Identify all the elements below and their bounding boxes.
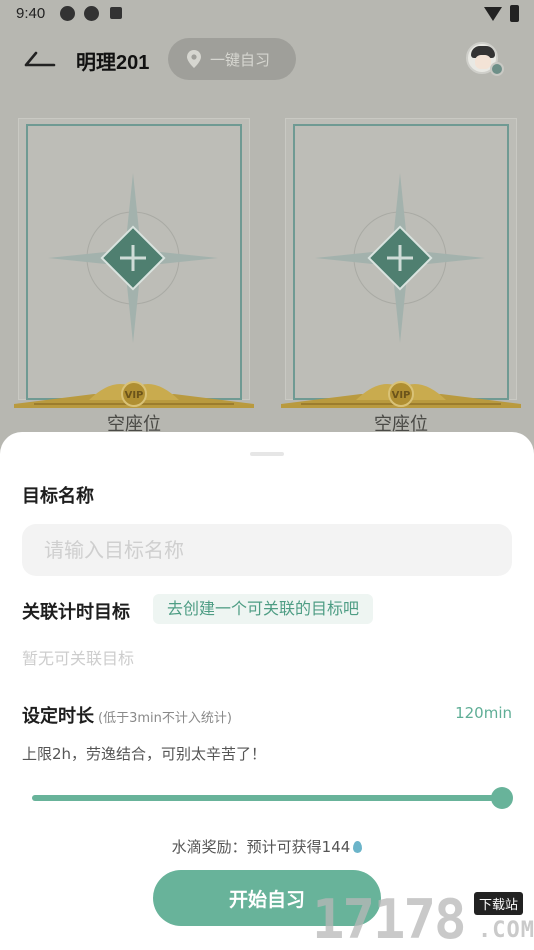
no-goal-text: 暂无可关联目标 <box>22 649 135 668</box>
duration-hint: (低于3min不计入统计) <box>98 711 232 726</box>
svg-text:VIP: VIP <box>125 390 144 401</box>
duration-title: 设定时长 (低于3min不计入统计) <box>22 702 232 728</box>
watermark-suffix: .COM <box>478 918 534 943</box>
goal-name-input[interactable] <box>22 524 512 576</box>
app-notification-icon <box>60 6 75 21</box>
back-arrow-icon[interactable] <box>22 45 56 73</box>
duration-slider[interactable] <box>32 787 513 809</box>
one-click-study-button[interactable]: 一键自习 <box>168 38 296 80</box>
battery-icon <box>510 5 519 22</box>
wifi-icon <box>484 7 502 21</box>
app-notification-icon <box>84 6 99 21</box>
status-bar: 9:40 <box>0 0 534 30</box>
add-seat-icon[interactable] <box>315 173 485 343</box>
duration-value: 120min <box>455 704 512 722</box>
slider-fill <box>32 795 502 801</box>
avatar-badge-icon <box>490 62 504 76</box>
site-watermark: 17178 下载站 .COM <box>310 888 534 950</box>
watermark-badge: 下载站 <box>474 892 524 915</box>
duration-tip: 上限2h，劳逸结合，可别太辛苦了！ <box>22 745 267 763</box>
vip-crest-icon: VIP <box>281 381 521 408</box>
seat-card[interactable]: VIP 空座位 <box>281 118 521 448</box>
create-goal-link[interactable]: 去创建一个可关联的目标吧 <box>153 594 374 624</box>
status-time: 9:40 <box>16 5 46 22</box>
seat-card[interactable]: VIP 空座位 <box>14 118 254 448</box>
water-drop-icon <box>353 841 363 853</box>
slider-thumb[interactable] <box>491 787 513 809</box>
vip-crest-icon: VIP <box>14 381 254 408</box>
duration-title-text: 设定时长 <box>22 706 94 727</box>
linked-timer-title: 关联计时目标 <box>22 602 130 623</box>
add-seat-icon[interactable] <box>48 173 218 343</box>
svg-text:VIP: VIP <box>392 390 411 401</box>
one-click-study-label: 一键自习 <box>210 50 271 69</box>
sheet-drag-handle[interactable] <box>250 452 284 456</box>
goal-name-title: 目标名称 <box>22 486 94 507</box>
location-pin-icon <box>186 49 202 69</box>
reward-text: 水滴奖励：预计可获得144 <box>171 838 351 856</box>
watermark-digits: 17178 <box>312 888 467 950</box>
reward-text-row: 水滴奖励：预计可获得144 <box>0 836 534 857</box>
room-title: 明理201 <box>76 52 150 74</box>
study-settings-sheet: 目标名称 关联计时目标 去创建一个可关联的目标吧 暂无可关联目标 设定时长 (低于… <box>0 432 534 950</box>
app-notification-icon <box>110 7 122 19</box>
